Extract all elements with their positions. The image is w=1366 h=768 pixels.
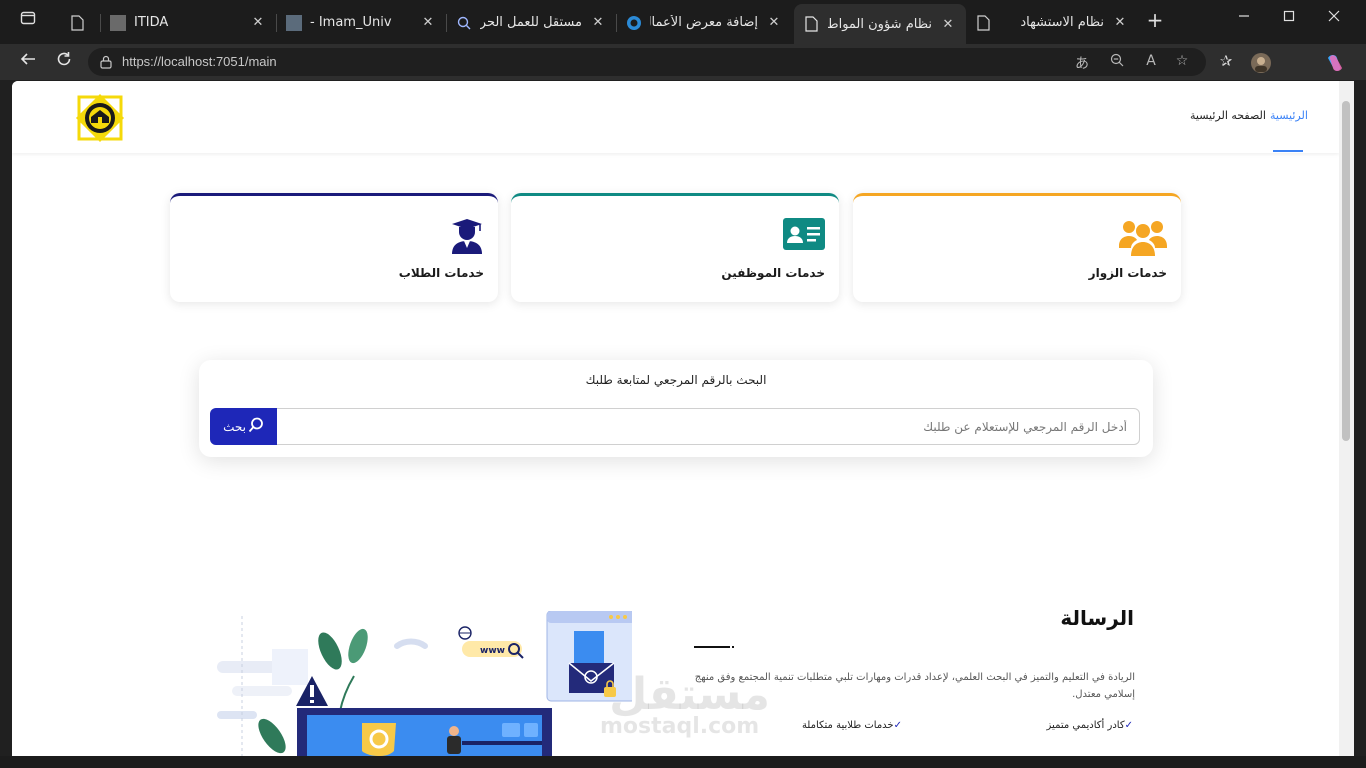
search-favicon (456, 15, 472, 31)
browser-tab[interactable]: نظام الاستشهاد ✕ (966, 6, 1138, 39)
browser-tab[interactable]: - Imam_Univ ✕ (276, 6, 446, 39)
profile-avatar[interactable] (1250, 52, 1272, 78)
browser-toolbar: https://localhost:7051/main あ A ☆ ✰ (0, 44, 1366, 80)
watermark-arabic: مستقل (609, 669, 770, 720)
card-label: خدمات الموظفين (721, 266, 825, 280)
watermark-latin: mostaql.com (600, 714, 760, 739)
heading-divider (694, 646, 730, 648)
browser-tab[interactable]: ITIDA ✕ (100, 6, 276, 39)
reference-number-input[interactable] (276, 408, 1140, 445)
id-card-icon (783, 218, 825, 254)
feature-item: ✓كادر أكاديمي متميز (1047, 720, 1133, 731)
read-aloud-icon[interactable]: A (1141, 53, 1161, 69)
lock-icon[interactable] (100, 54, 112, 69)
users-icon (1119, 218, 1167, 260)
page-icon (804, 16, 820, 32)
back-icon[interactable] (16, 50, 40, 73)
page-scrollbar[interactable] (1339, 81, 1354, 756)
card-visitor-services[interactable]: خدمات الزوار (853, 193, 1181, 302)
mostaql-watermark: مستقل mostaql.com (600, 669, 770, 756)
nav-homepage-link[interactable]: الصفحه الرئيسية (1190, 109, 1266, 122)
graduate-icon (450, 218, 484, 258)
mostaql-favicon (626, 15, 642, 31)
tab-title: إضافة معرض الأعمال (650, 15, 758, 30)
tab-title: مستقل للعمل الحر - h (480, 15, 582, 30)
search-icon (248, 417, 264, 436)
checkmark-icon: ✓ (893, 720, 902, 731)
browser-tab-active[interactable]: نظام شؤون المواطنين ✕ (794, 4, 966, 44)
favorites-icon[interactable]: ✰ (1215, 52, 1237, 70)
search-title: البحث بالرقم المرجعي لمتابعة طلبك (585, 373, 767, 387)
translate-icon[interactable]: あ (1072, 53, 1092, 73)
taskbar-strip (0, 756, 1366, 768)
tab-title: نظام الاستشهاد (1020, 15, 1104, 30)
page-icon (70, 14, 86, 31)
close-icon[interactable]: ✕ (940, 17, 956, 32)
zoom-out-icon[interactable] (1107, 53, 1127, 71)
card-label: خدمات الطلاب (398, 266, 484, 280)
search-button[interactable]: بحث (210, 408, 277, 445)
tab-title: نظام شؤون المواطنين (828, 16, 932, 32)
close-icon[interactable]: ✕ (250, 15, 266, 30)
site-header: الرئيسية الصفحه الرئيسية (12, 81, 1339, 153)
scrollbar-thumb[interactable] (1342, 101, 1350, 441)
tab-actions-icon[interactable] (16, 10, 40, 30)
feature-label: خدمات طلابية متكاملة (801, 720, 894, 731)
reference-search-panel: البحث بالرقم المرجعي لمتابعة طلبك بحث (199, 360, 1153, 457)
reload-icon[interactable] (52, 50, 76, 73)
tab-title: ITIDA (134, 15, 169, 30)
browser-tab[interactable]: إضافة معرض الأعمال ✕ (616, 6, 792, 39)
search-button-label: بحث (223, 419, 246, 434)
favorite-star-icon[interactable]: ☆ (1172, 53, 1192, 69)
page-viewport: الرئيسية الصفحه الرئيسية خدمات الطلاب خد… (12, 81, 1339, 756)
minimize-icon[interactable] (1232, 10, 1256, 26)
nav-home-link[interactable]: الرئيسية (1270, 109, 1308, 122)
feature-item: ✓خدمات طلابية متكاملة (802, 720, 902, 731)
university-emblem-icon[interactable] (69, 87, 131, 149)
browser-tab[interactable] (60, 6, 100, 39)
security-illustration: www (212, 610, 636, 756)
close-icon[interactable]: ✕ (420, 15, 436, 30)
www-badge: www (480, 646, 505, 656)
card-label: خدمات الزوار (1088, 266, 1167, 280)
url-text[interactable]: https://localhost:7051/main (122, 54, 277, 69)
close-window-icon[interactable] (1322, 10, 1346, 26)
maximize-icon[interactable] (1277, 10, 1301, 26)
copilot-icon[interactable] (1324, 52, 1346, 78)
browser-tab-strip: ITIDA ✕ - Imam_Univ ✕ مستقل للعمل الحر -… (0, 0, 1366, 44)
heading-divider-dot (732, 646, 734, 648)
feature-label: كادر أكاديمي متميز (1046, 720, 1125, 731)
new-tab-button[interactable]: + (1143, 8, 1167, 32)
browser-tab[interactable]: مستقل للعمل الحر - h ✕ (446, 6, 616, 39)
tab-title: - Imam_Univ (310, 15, 392, 30)
checkmark-icon: ✓ (1124, 720, 1133, 731)
close-icon[interactable]: ✕ (766, 15, 782, 30)
close-icon[interactable]: ✕ (590, 15, 606, 30)
card-employee-services[interactable]: خدمات الموظفين (511, 193, 839, 302)
address-bar[interactable]: https://localhost:7051/main あ A ☆ (88, 48, 1206, 76)
nav-active-indicator (1273, 150, 1303, 152)
page-icon (976, 14, 992, 31)
card-student-services[interactable]: خدمات الطلاب (170, 193, 498, 302)
itida-favicon (110, 14, 126, 31)
mission-heading: الرسالة (1060, 606, 1134, 630)
book-favicon (286, 14, 302, 31)
close-icon[interactable]: ✕ (1112, 15, 1128, 30)
